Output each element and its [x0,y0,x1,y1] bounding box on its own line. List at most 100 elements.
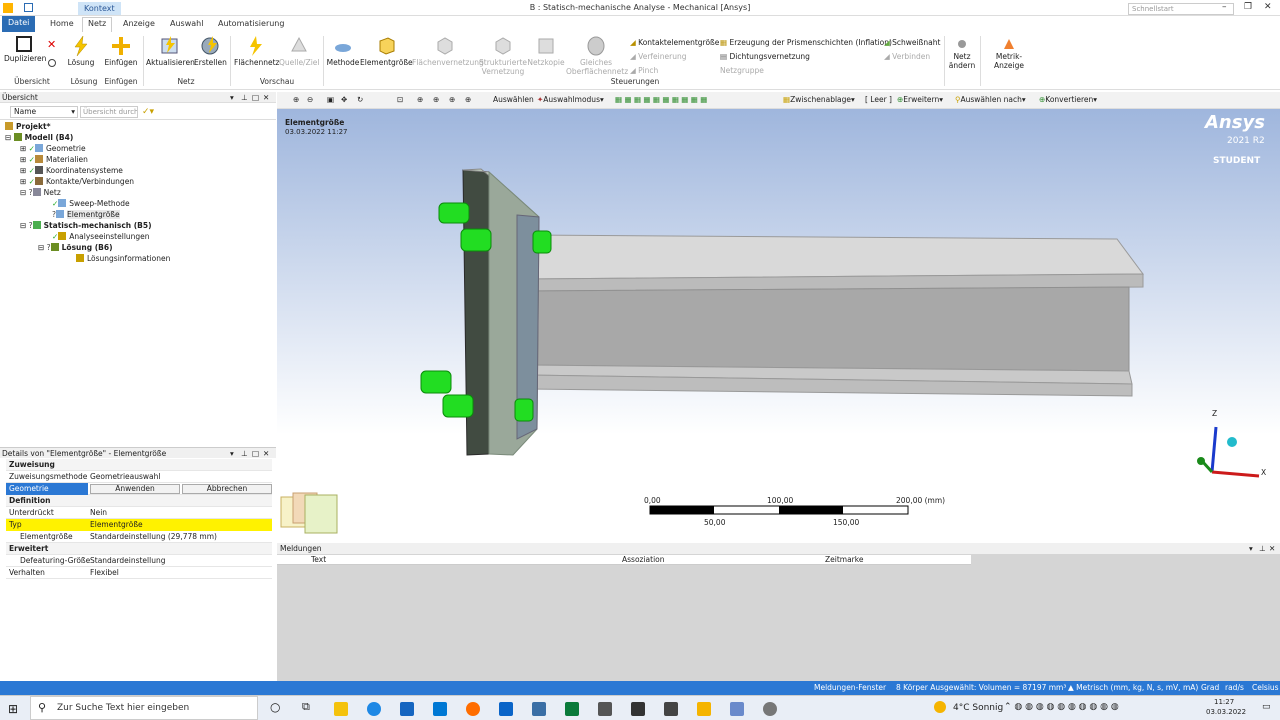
tab-home[interactable]: Home [45,18,79,29]
column-text[interactable]: Text [311,555,326,565]
angle-unit[interactable]: Grad [1201,681,1219,695]
name-filter-dropdown[interactable]: Name ▾ [10,106,78,118]
zoom-fit-icon[interactable]: ⊕ [449,95,455,104]
row-geometry[interactable]: Geometrie Anwenden Abbrechen [6,483,272,495]
tree-item-static-structural[interactable]: ⊟ ? Statisch-mechanisch (B5) [20,221,152,231]
bolt-nut[interactable] [532,230,552,254]
close-panel-icon[interactable]: ✕ [263,448,269,459]
bolt-head[interactable] [460,228,492,252]
tree-item-materials[interactable]: ⊞ ✓ Materialien [20,155,88,165]
expand-icon[interactable]: ⊞ [20,144,29,153]
section-advanced[interactable]: Erweitert [6,543,272,555]
beam-web[interactable] [526,286,1130,372]
element-size-button[interactable]: Elementgröße [360,36,413,67]
model-geometry[interactable] [277,109,1280,543]
panel-dropdown-icon[interactable]: ▾ [1249,543,1253,554]
app-icon[interactable] [532,702,546,716]
column-timestamp[interactable]: Zeitmarke [825,555,863,565]
selection-filter-icons[interactable]: ▦ ▦ ▦ ▦ ▦ ▦ ▦ ▦ ▦ ▦ [615,95,707,104]
minimize-button[interactable]: – [1222,2,1227,12]
graphics-viewport[interactable]: Elementgröße 03.03.2022 11:27 Ansys 2021… [277,109,1280,543]
row-type[interactable]: Typ Elementgröße [6,519,272,531]
iso-ball[interactable] [1227,437,1237,447]
clipboard-button[interactable]: ▦Zwischenablage▾ [783,95,855,104]
collapse-icon[interactable]: ⊟ [5,133,14,142]
duplicate-button[interactable]: Duplizieren [4,36,46,63]
extend-button[interactable]: ⊕Erweitern▾ [897,95,943,104]
file-explorer-icon[interactable] [334,702,348,716]
close-panel-icon[interactable]: ✕ [1269,543,1275,554]
rot-unit[interactable]: rad/s [1225,681,1244,695]
select-by-button[interactable]: ⚲Auswählen nach▾ [955,95,1026,104]
row-scoping-method[interactable]: Zuweisungsmethode Geometrieauswahl [6,471,272,483]
collapse-icon[interactable]: ⊟ [20,221,29,230]
bolt-head[interactable] [442,394,474,418]
mesh-group-button[interactable]: Netzgruppe [720,66,764,75]
mesh-change-button[interactable]: Netz ändern [946,38,978,70]
connect-button[interactable]: ◢ Verbinden [884,52,930,61]
weather-sun-icon[interactable] [934,701,946,713]
metric-display-button[interactable]: Metrik-Anzeige [982,38,1036,70]
temp-unit[interactable]: Celsius [1252,681,1279,695]
app-icon[interactable] [763,702,777,716]
surface-mesh-button[interactable]: Flächennetz [234,36,279,67]
pan-icon[interactable]: ✥ [341,95,347,104]
filter-icon[interactable]: ✓▾ [142,107,154,117]
panel-dropdown-icon[interactable]: ▾ [230,92,234,103]
tree-item-geometry[interactable]: ⊞ ✓ Geometrie [20,144,86,154]
row-suppressed[interactable]: Unterdrückt Nein [6,507,272,519]
expand-icon[interactable]: ⊞ [20,166,29,175]
cancel-button[interactable]: Abbrechen [182,484,272,494]
weld-button[interactable]: ◢ Schweißnaht [884,38,940,47]
refinement-button[interactable]: ◢ Verfeinerung [630,52,686,61]
collapse-icon[interactable]: ⊟ [38,243,47,252]
uniform-surface-mesh-button[interactable]: Gleiches Oberflächennetz [566,36,628,76]
expand-icon[interactable]: ⊞ [20,155,29,164]
mail-icon[interactable] [433,702,447,716]
update-button[interactable]: Aktualisieren [146,36,195,67]
rotate-icon[interactable]: ↻ [357,95,363,104]
store-icon[interactable] [400,702,414,716]
apply-button[interactable]: Anwenden [90,484,180,494]
row-defeature-size[interactable]: Defeaturing-Größe Standardeinstellung [6,555,272,567]
method-button[interactable]: Methode [326,36,360,67]
zoom-box-icon[interactable]: ⊕ [417,95,423,104]
bolt-nut[interactable] [514,398,534,422]
zoom-icon[interactable]: ⊕ [465,95,471,104]
firefox-icon[interactable] [466,702,480,716]
select-button[interactable]: Auswählen [493,95,534,104]
maximize-icon[interactable]: □ [252,448,259,459]
clock-date[interactable]: 03.03.2022 [1206,708,1246,716]
app-icon[interactable] [730,702,744,716]
column-association[interactable]: Assoziation [622,555,665,565]
section-definition[interactable]: Definition [6,495,272,507]
row-behavior[interactable]: Verhalten Flexibel [6,567,272,579]
edge-icon[interactable] [367,702,381,716]
gasket-mesh-button[interactable]: ▤ Dichtungsvernetzung [720,52,810,61]
tray-icons[interactable]: ⌃ ◍ ◍ ◍ ◍ ◍ ◍ ◍ ◍ ◍ ◍ [1004,702,1119,712]
pin-icon[interactable]: ⊥ [1259,543,1266,554]
restore-button[interactable]: ❐ [1244,2,1252,12]
insert-button[interactable]: Einfügen [102,36,140,67]
create-button[interactable]: Erstellen [194,36,227,67]
quick-launch-search[interactable]: Schnellstart [1128,3,1234,15]
pinch-button[interactable]: ◢ Pinch [630,66,658,75]
solve-button[interactable]: Lösung [64,35,98,67]
select-mode-button[interactable]: ✦Auswahlmodus▾ [537,95,604,104]
panel-dropdown-icon[interactable]: ▾ [230,448,234,459]
tab-selection[interactable]: Auswahl [165,18,208,29]
tree-item-coordinate-systems[interactable]: ⊞ ✓ Koordinatensysteme [20,166,123,176]
structured-meshing-button[interactable]: Strukturierte Vernetzung [479,36,527,76]
inflation-button[interactable]: ▦ Erzeugung der Prismenschichten (Inflat… [720,38,892,47]
bolt-head[interactable] [420,370,452,394]
workbench-icon[interactable] [631,702,645,716]
tree-item-solution-info[interactable]: Lösungsinformationen [76,254,170,264]
tab-mesh[interactable]: Netz [82,17,113,32]
task-view-icon[interactable]: ⧉ [302,700,310,714]
close-button[interactable]: ✕ [1264,2,1272,12]
face-meshing-button[interactable]: Flächenvernetzung [412,36,484,67]
tree-item-sweep-method[interactable]: ✓ Sweep-Methode [52,199,130,209]
convert-button[interactable]: ⊕Konvertieren▾ [1039,95,1097,104]
tab-file[interactable]: Datei [2,16,36,32]
mechanical-icon[interactable] [697,702,711,716]
